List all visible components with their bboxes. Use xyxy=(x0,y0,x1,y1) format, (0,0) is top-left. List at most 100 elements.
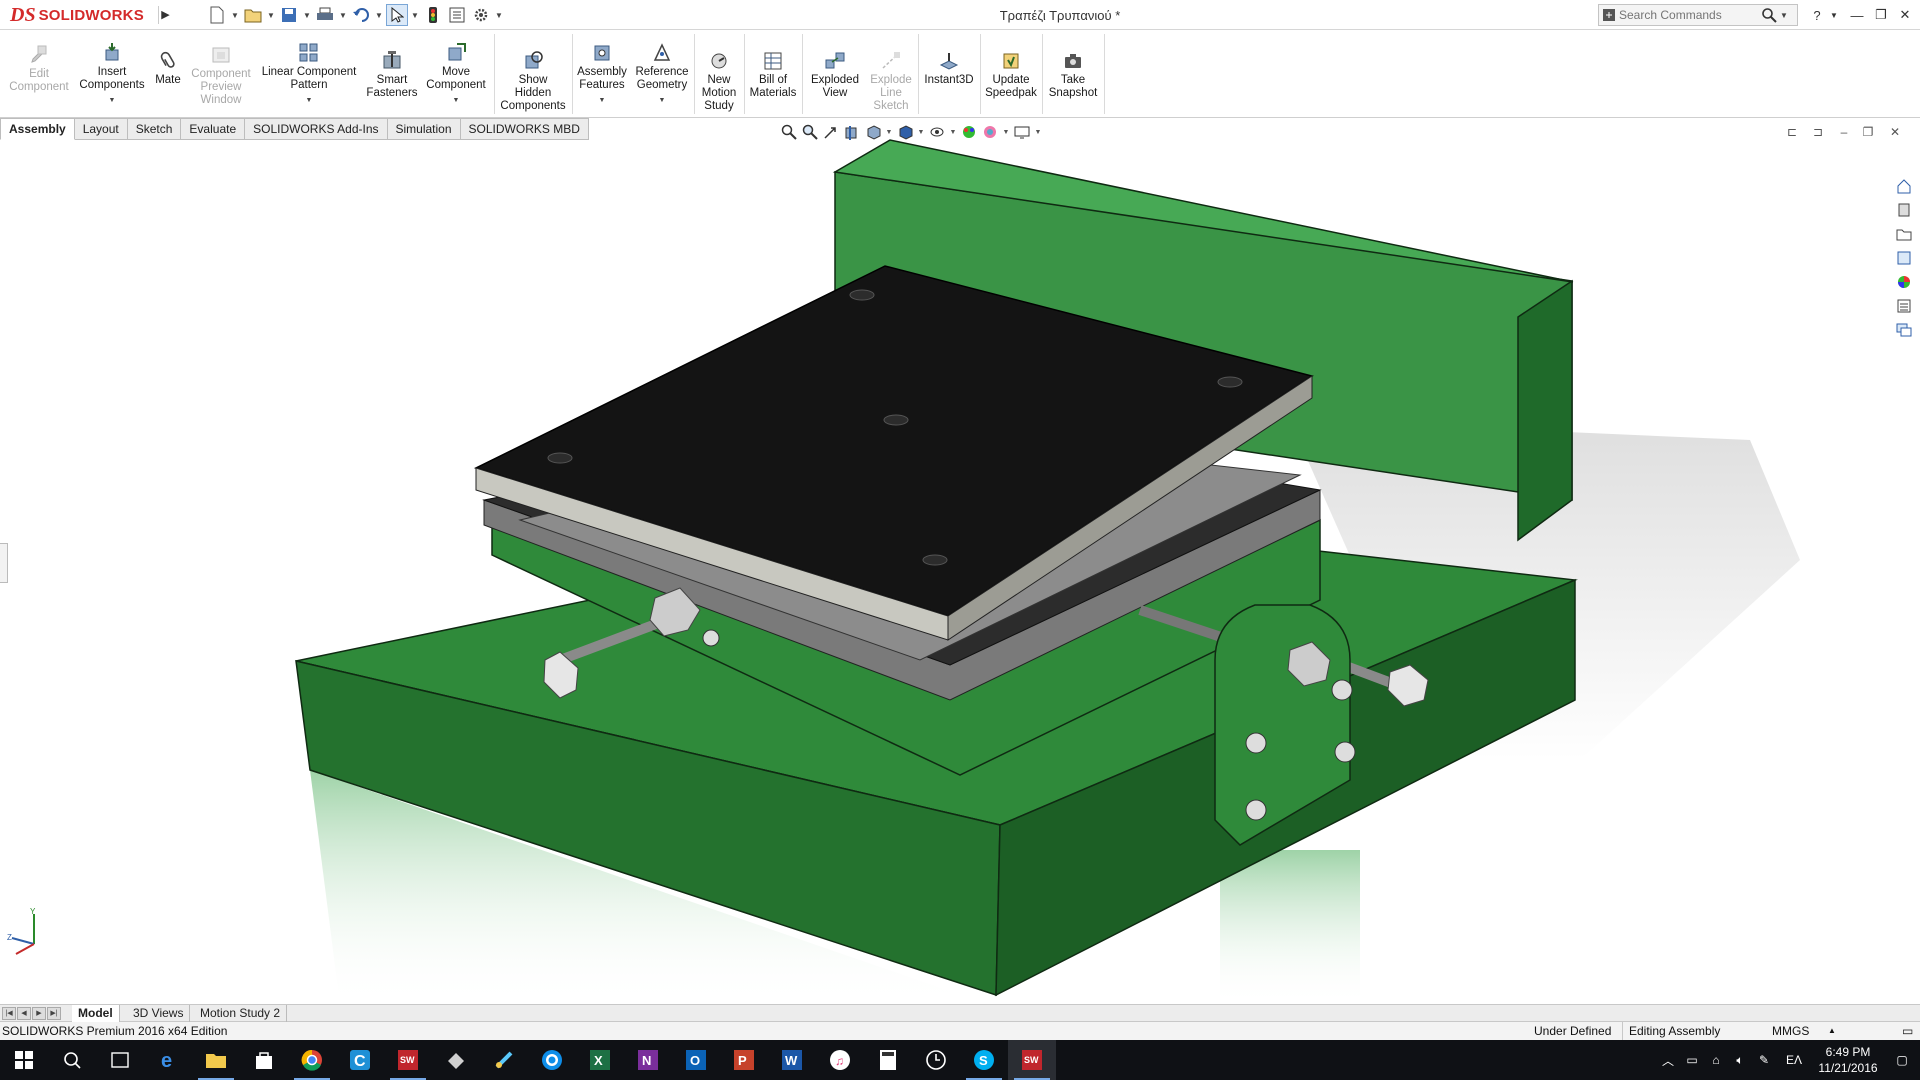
tab-solidworks-add-ins[interactable]: SOLIDWORKS Add-Ins xyxy=(245,118,388,140)
tab-motion-study-2[interactable]: Motion Study 2 xyxy=(194,1005,288,1022)
outlook-icon[interactable]: O xyxy=(672,1040,720,1080)
file-explorer-icon[interactable] xyxy=(1894,224,1914,244)
help-dropdown-icon[interactable]: ▼ xyxy=(1822,4,1846,26)
design-library-icon[interactable] xyxy=(1894,200,1914,220)
print-dropdown-icon[interactable]: ▼ xyxy=(338,11,348,20)
teamviewer-icon[interactable] xyxy=(528,1040,576,1080)
file-explorer-taskbar-icon[interactable] xyxy=(192,1040,240,1080)
edit-component-button[interactable]: Edit Component xyxy=(6,44,72,94)
excel-icon[interactable]: X xyxy=(576,1040,624,1080)
instant3d-button[interactable]: Instant3D xyxy=(920,50,978,87)
component-preview-window-button[interactable]: Component Preview Window xyxy=(186,44,256,107)
ccleaner-icon[interactable]: C xyxy=(336,1040,384,1080)
next-tab-icon[interactable]: ▶ xyxy=(32,1007,46,1020)
view-palette-icon[interactable] xyxy=(1894,248,1914,268)
edrawings-icon[interactable] xyxy=(432,1040,480,1080)
new-dropdown-icon[interactable]: ▼ xyxy=(230,11,240,20)
viewport-close-icon[interactable]: ✕ xyxy=(1886,124,1904,140)
task-view-icon[interactable] xyxy=(96,1040,144,1080)
select-dropdown-icon[interactable]: ▼ xyxy=(410,11,420,20)
move-component-dropdown-icon[interactable]: ▼ xyxy=(422,94,490,107)
display-style-icon[interactable] xyxy=(896,123,914,141)
calculator-icon[interactable] xyxy=(864,1040,912,1080)
select-cursor-icon[interactable] xyxy=(386,4,408,26)
view-orientation-dropdown-icon[interactable]: ▼ xyxy=(885,129,893,136)
reference-geometry-button[interactable]: Reference Geometry ▼ xyxy=(632,42,692,107)
solidworks-resources-icon[interactable] xyxy=(1894,176,1914,196)
first-tab-icon[interactable]: |◀ xyxy=(2,1007,16,1020)
viewport-minimize-icon[interactable]: – xyxy=(1835,124,1853,140)
insert-components-button[interactable]: Insert Components ▼ xyxy=(76,42,148,107)
scene-dropdown-icon[interactable]: ▼ xyxy=(1002,129,1010,136)
chat-bubble-icon[interactable]: ▭ xyxy=(1896,1022,1919,1040)
tab-solidworks-mbd[interactable]: SOLIDWORKS MBD xyxy=(460,118,589,140)
insert-components-dropdown-icon[interactable]: ▼ xyxy=(76,94,148,107)
chrome-icon[interactable] xyxy=(288,1040,336,1080)
unit-system[interactable]: MMGS xyxy=(1766,1022,1815,1040)
new-document-icon[interactable] xyxy=(206,4,228,26)
mate-button[interactable]: Mate xyxy=(152,50,184,87)
input-language[interactable]: EΛ xyxy=(1776,1040,1812,1080)
view-orientation-icon[interactable] xyxy=(864,123,882,141)
taskbar-search-icon[interactable] xyxy=(48,1040,96,1080)
alarms-clock-icon[interactable] xyxy=(912,1040,960,1080)
zoom-to-fit-icon[interactable] xyxy=(780,123,798,141)
assembly-model-render[interactable] xyxy=(0,118,1920,1005)
itunes-icon[interactable]: ♫ xyxy=(816,1040,864,1080)
display-style-dropdown-icon[interactable]: ▼ xyxy=(917,129,925,136)
tab-assembly[interactable]: Assembly xyxy=(0,118,75,140)
edit-appearance-icon[interactable] xyxy=(960,123,978,141)
section-view-icon[interactable] xyxy=(843,123,861,141)
exploded-view-button[interactable]: Exploded View xyxy=(804,50,866,100)
network-icon[interactable]: ⌂ xyxy=(1704,1040,1728,1080)
word-icon[interactable]: W xyxy=(768,1040,816,1080)
linear-component-pattern-button[interactable]: Linear Component Pattern ▼ xyxy=(258,42,360,107)
action-center-icon[interactable]: ▢ xyxy=(1884,1040,1920,1080)
minimize-icon[interactable]: — xyxy=(1845,4,1869,26)
tab-3d-views[interactable]: 3D Views xyxy=(127,1005,191,1022)
battery-icon[interactable]: ▭ xyxy=(1680,1040,1704,1080)
paint-icon[interactable] xyxy=(480,1040,528,1080)
take-snapshot-button[interactable]: Take Snapshot xyxy=(1044,50,1102,100)
pen-ink-icon[interactable]: ✎ xyxy=(1752,1040,1776,1080)
update-speedpak-button[interactable]: Update Speedpak xyxy=(982,50,1040,100)
options-gear-icon[interactable] xyxy=(470,4,492,26)
search-commands-box[interactable]: ▼ xyxy=(1598,4,1798,26)
view-settings-dropdown-icon[interactable]: ▼ xyxy=(1034,129,1042,136)
feature-manager-collapse-handle[interactable] xyxy=(0,543,8,583)
edge-browser-icon[interactable]: e xyxy=(144,1040,192,1080)
onenote-icon[interactable]: N xyxy=(624,1040,672,1080)
prev-tab-icon[interactable]: ◀ xyxy=(17,1007,31,1020)
zoom-to-area-icon[interactable] xyxy=(801,123,819,141)
undo-icon[interactable] xyxy=(350,4,372,26)
show-hidden-icons-chevron-icon[interactable]: ︿ xyxy=(1656,1040,1680,1080)
graphics-area[interactable]: Assembly Layout Sketch Evaluate SOLIDWOR… xyxy=(0,118,1920,1005)
save-dropdown-icon[interactable]: ▼ xyxy=(302,11,312,20)
view-settings-icon[interactable] xyxy=(1013,123,1031,141)
hide-show-dropdown-icon[interactable]: ▼ xyxy=(949,129,957,136)
print-icon[interactable] xyxy=(314,4,336,26)
tab-layout[interactable]: Layout xyxy=(74,118,128,140)
new-motion-study-button[interactable]: New Motion Study xyxy=(696,50,742,113)
solidworks-2016-taskbar-icon[interactable]: SW xyxy=(384,1040,432,1080)
open-folder-icon[interactable] xyxy=(242,4,264,26)
options-dropdown-icon[interactable]: ▼ xyxy=(494,11,504,20)
move-component-button[interactable]: Move Component ▼ xyxy=(422,42,490,107)
search-input[interactable] xyxy=(1619,6,1759,24)
powerpoint-icon[interactable]: P xyxy=(720,1040,768,1080)
assembly-features-dropdown-icon[interactable]: ▼ xyxy=(574,94,630,107)
save-icon[interactable] xyxy=(278,4,300,26)
restore-icon[interactable]: ❐ xyxy=(1869,4,1893,26)
rebuild-traffic-light-icon[interactable] xyxy=(422,4,444,26)
solidworks-active-window-icon[interactable]: SW xyxy=(1008,1040,1056,1080)
show-hidden-components-button[interactable]: Show Hidden Components xyxy=(498,50,568,113)
search-icon[interactable] xyxy=(1759,5,1779,25)
appearances-scenes-icon[interactable] xyxy=(1894,272,1914,292)
previous-view-icon[interactable] xyxy=(822,123,840,141)
solidworks-logo[interactable]: DS SOLIDWORKS xyxy=(10,4,144,26)
tab-simulation[interactable]: Simulation xyxy=(387,118,461,140)
linear-pattern-dropdown-icon[interactable]: ▼ xyxy=(258,94,360,107)
store-icon[interactable] xyxy=(240,1040,288,1080)
close-icon[interactable]: ✕ xyxy=(1893,4,1917,26)
reference-geometry-dropdown-icon[interactable]: ▼ xyxy=(632,94,692,107)
